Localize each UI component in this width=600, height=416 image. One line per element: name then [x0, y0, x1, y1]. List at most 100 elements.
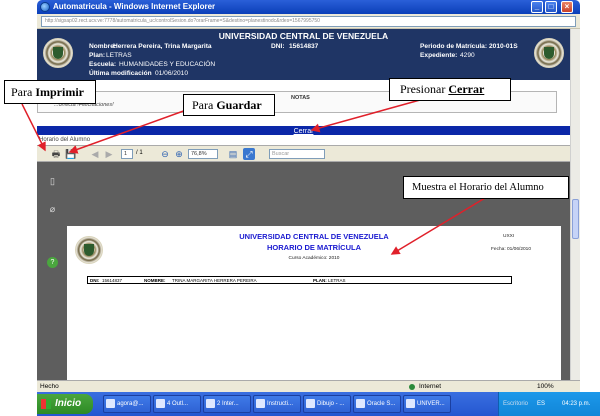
windows-taskbar: Inicio agora@... 4 Outl... 2 Inter... In…: [37, 392, 600, 416]
expediente-value: 4290: [460, 52, 475, 59]
close-bar: Cerrar: [37, 126, 570, 135]
scrollbar-thumb[interactable]: [572, 199, 579, 239]
fit-width-icon[interactable]: ⤢: [243, 148, 255, 160]
document-title: HORARIO DE MATRÍCULA: [266, 243, 362, 252]
dni-label: DNI:: [271, 43, 285, 50]
window-title: Automatricula - Windows Internet Explore…: [53, 2, 216, 11]
status-text: Hecho: [40, 383, 59, 390]
callout-cerrar-prefix: Presionar: [400, 82, 449, 96]
doc-plan-label: PLAN:: [313, 278, 327, 283]
university-seal-left: [43, 38, 73, 68]
callout-cerrar: Presionar Cerrar: [389, 78, 511, 101]
taskbar-item-agora[interactable]: agora@...: [103, 395, 151, 413]
task-label: UNIVER...: [417, 401, 445, 407]
page-number-input[interactable]: 1: [121, 149, 133, 159]
help-icon[interactable]: ?: [47, 257, 58, 268]
word-icon: [256, 399, 265, 408]
doc-dni-label: DNI:: [90, 278, 100, 283]
pdf-document: UNIVERSIDAD CENTRAL DE VENEZUELA HORARIO…: [67, 226, 561, 380]
callout-imprimir-bold: Imprimir: [35, 85, 84, 99]
start-button[interactable]: Inicio: [37, 394, 93, 414]
window-titlebar: Automatricula - Windows Internet Explore…: [37, 0, 580, 14]
section-label: Horario del Alumno: [39, 137, 91, 143]
attachments-icon[interactable]: ⌀: [47, 204, 58, 215]
university-name: UNIVERSIDAD CENTRAL DE VENEZUELA: [218, 31, 389, 41]
language-indicator[interactable]: ES: [537, 392, 545, 416]
pdf-side-panel: ▯ ⌀ ?: [37, 162, 67, 380]
nombre-value: Herrera Pereira, Trina Margarita: [113, 43, 212, 50]
pdf-toolbar: 🖶 💾 ◀ ▶ 1 / 1 ⊖ ⊕ 76,8% ▤ ⤢ Buscar: [37, 145, 570, 162]
document-university: UNIVERSIDAD CENTRAL DE VENEZUELA: [239, 232, 389, 241]
task-label: Instructi...: [267, 401, 294, 407]
doc-nombre-value: TRINA MARGARITA HERRERA PEREIRA: [172, 278, 257, 283]
task-label: Oracle S...: [367, 401, 396, 407]
taskbar-item-univer[interactable]: UNIVER...: [403, 395, 451, 413]
task-label: 4 Outl...: [167, 401, 189, 407]
university-seal-right: [534, 38, 564, 68]
outlook-icon: [156, 399, 165, 408]
maximize-button[interactable]: □: [545, 1, 557, 13]
expediente-label: Expediente:: [420, 52, 458, 59]
student-header: UNIVERSIDAD CENTRAL DE VENEZUELA Nombre:…: [37, 29, 570, 80]
save-icon[interactable]: 💾: [65, 148, 77, 160]
previous-page-icon[interactable]: ◀: [89, 148, 101, 160]
start-label: Inicio: [55, 398, 82, 409]
doc-nombre-label: NOMBRE:: [144, 278, 166, 283]
task-label: 2 Inter...: [217, 401, 239, 407]
clock: 04:23 p.m.: [562, 401, 591, 407]
mail-icon: [106, 399, 115, 408]
document-code: UXXI: [503, 234, 515, 239]
plan-value: LETRAS: [106, 52, 132, 59]
close-window-button[interactable]: ×: [561, 1, 573, 13]
fit-page-icon[interactable]: ▤: [227, 148, 239, 160]
close-link[interactable]: Cerrar: [294, 128, 314, 135]
task-label: agora@...: [117, 401, 144, 407]
taskbar-item-outlook[interactable]: 4 Outl...: [153, 395, 201, 413]
pdf-search-input[interactable]: Buscar: [269, 149, 325, 159]
document-student-info: DNI: 15614837 NOMBRE: TRINA MARGARITA HE…: [87, 276, 512, 284]
taskbar-item-oracle[interactable]: Oracle S...: [353, 395, 401, 413]
taskbar-item-internet[interactable]: 2 Inter...: [203, 395, 251, 413]
pages-icon[interactable]: ▯: [47, 176, 58, 187]
zoom-in-icon[interactable]: ⊕: [173, 148, 185, 160]
status-bar: Hecho Internet 100%: [37, 380, 580, 392]
paint-icon: [306, 399, 315, 408]
doc-dni-value: 15614837: [102, 278, 123, 283]
doc-plan-value: LETRAS: [328, 278, 346, 283]
task-label: Dibujo - ...: [317, 401, 345, 407]
periodo-label: Periodo de Matrícula:: [420, 43, 488, 50]
zoom-out-icon[interactable]: ⊖: [159, 148, 171, 160]
minimize-button[interactable]: _: [531, 1, 543, 13]
internet-explorer-icon: [40, 2, 50, 12]
zoom-select[interactable]: 76,8%: [188, 149, 218, 159]
plan-label: Plan:: [89, 52, 106, 59]
document-icon: [406, 399, 415, 408]
windows-logo-icon: [41, 399, 51, 409]
periodo-value: 2010-01S: [489, 43, 518, 50]
globe-icon: [409, 384, 415, 390]
callout-guardar-bold: Guardar: [216, 98, 262, 112]
next-page-icon[interactable]: ▶: [103, 148, 115, 160]
taskbar-item-dibujo[interactable]: Dibujo - ...: [303, 395, 351, 413]
document-date: Fecha: 01/06/2010: [491, 247, 532, 252]
document-course-year: Curso Académico: 2010: [288, 256, 340, 261]
system-tray: Escritorio ES 04:23 p.m.: [498, 392, 600, 416]
escuela-label: Escuela:: [89, 61, 117, 68]
tray-label: Escritorio: [503, 401, 529, 407]
page-total: / 1: [136, 150, 143, 156]
callout-guardar-prefix: Para: [192, 98, 217, 112]
callout-horario-text: Muestra el Horario del Alumno: [412, 182, 544, 193]
internet-zone: Internet: [419, 383, 442, 390]
notas-title: NOTAS: [291, 95, 310, 101]
print-icon[interactable]: 🖶: [50, 148, 62, 160]
callout-horario: Muestra el Horario del Alumno: [403, 176, 569, 199]
vertical-scrollbar[interactable]: [570, 29, 580, 380]
escuela-value: HUMANIDADES Y EDUCACIÓN: [119, 61, 216, 68]
address-bar: http://sigsap02.rect.ucv.ve:7778/automat…: [37, 14, 580, 29]
url-field[interactable]: http://sigsap02.rect.ucv.ve:7778/automat…: [41, 16, 576, 27]
callout-guardar: Para Guardar: [183, 94, 275, 116]
taskbar-item-instructivo[interactable]: Instructi...: [253, 395, 301, 413]
zoom-level[interactable]: 100%: [537, 381, 554, 392]
internet-explorer-icon: [206, 399, 215, 408]
callout-imprimir: Para Imprimir: [4, 80, 96, 104]
